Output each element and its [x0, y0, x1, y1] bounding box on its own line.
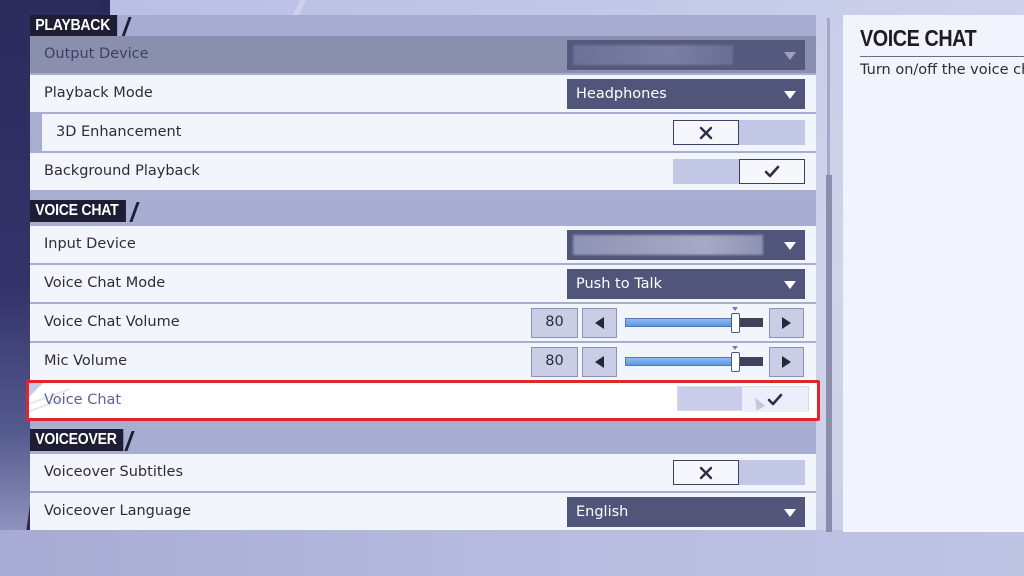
slider-marker-icon	[732, 346, 738, 350]
dropdown-value: English	[576, 504, 629, 520]
toggle-knob	[673, 460, 739, 485]
section-slash-decoration	[121, 17, 132, 37]
voice-chat-toggle[interactable]	[677, 386, 809, 412]
setting-voice-chat-volume[interactable]: Voice Chat Volume 80	[30, 304, 816, 341]
x-icon	[699, 466, 713, 479]
setting-output-device: Output Device	[30, 36, 816, 73]
dropdown-value: Push to Talk	[576, 276, 662, 292]
background-bottom	[0, 530, 1024, 576]
section-slash-decoration	[129, 202, 140, 222]
voice-chat-volume-value[interactable]: 80	[531, 308, 578, 338]
section-title: VOICE CHAT	[30, 200, 126, 222]
voiceover-subtitles-toggle[interactable]	[673, 460, 805, 485]
triangle-right-icon	[782, 356, 791, 368]
toggle-knob	[739, 159, 805, 184]
slider-thumb[interactable]	[731, 313, 740, 333]
setting-playback-mode[interactable]: Playback Mode Headphones	[30, 75, 816, 112]
slider-marker-icon	[732, 307, 738, 311]
voice-chat-mode-dropdown[interactable]: Push to Talk	[567, 269, 805, 299]
setting-label: Voice Chat	[44, 392, 122, 408]
caret-down-icon	[784, 52, 796, 60]
playback-mode-dropdown[interactable]: Headphones	[567, 79, 805, 109]
voiceover-language-dropdown[interactable]: English	[567, 497, 805, 527]
scrollbar-thumb[interactable]	[826, 175, 832, 532]
slider-thumb[interactable]	[731, 352, 740, 372]
checkmark-icon	[764, 165, 780, 177]
mic-volume-value[interactable]: 80	[531, 347, 578, 377]
blurred-device-name	[573, 235, 763, 255]
setting-background-playback[interactable]: Background Playback	[30, 153, 816, 190]
setting-label: 3D Enhancement	[56, 124, 182, 140]
caret-down-icon	[784, 91, 796, 99]
selection-corner-decoration	[29, 383, 43, 397]
checkmark-icon	[767, 393, 783, 405]
setting-voiceover-subtitles[interactable]: Voiceover Subtitles	[30, 454, 816, 491]
setting-mic-volume[interactable]: Mic Volume 80	[30, 343, 816, 380]
setting-label: Output Device	[44, 46, 149, 62]
info-divider	[860, 56, 1024, 57]
blurred-device-name	[573, 45, 733, 65]
voice-chat-volume-slider[interactable]	[625, 307, 763, 333]
setting-3d-enhancement[interactable]: 3D Enhancement	[42, 114, 816, 151]
setting-voice-chat-toggle[interactable]: Voice Chat	[26, 380, 820, 421]
dropdown-value: Headphones	[576, 86, 667, 102]
input-device-dropdown[interactable]	[567, 230, 805, 260]
setting-label: Background Playback	[44, 163, 200, 179]
info-panel: VOICE CHAT Turn on/off the voice chat	[843, 15, 1024, 532]
mic-volume-slider[interactable]	[625, 346, 763, 372]
voice-chat-volume-increment-button[interactable]	[769, 308, 804, 338]
triangle-left-icon	[595, 356, 604, 368]
triangle-right-icon	[782, 317, 791, 329]
setting-label: Playback Mode	[44, 85, 153, 101]
settings-list: PLAYBACK Output Device Playback Mode Hea…	[26, 15, 820, 530]
voice-chat-volume-decrement-button[interactable]	[582, 308, 617, 338]
output-device-dropdown	[567, 40, 805, 70]
info-title: VOICE CHAT	[860, 25, 977, 51]
background-playback-toggle[interactable]	[673, 159, 805, 184]
section-title: VOICEOVER	[30, 429, 124, 451]
3d-enhancement-toggle[interactable]	[673, 120, 805, 145]
setting-voice-chat-mode[interactable]: Voice Chat Mode Push to Talk	[30, 265, 816, 302]
setting-label: Voiceover Subtitles	[44, 464, 184, 480]
setting-label: Voice Chat Volume	[44, 314, 180, 330]
section-title: PLAYBACK	[30, 15, 118, 37]
slider-fill	[625, 318, 735, 327]
x-icon	[699, 126, 713, 139]
caret-down-icon	[784, 509, 796, 517]
setting-input-device[interactable]: Input Device	[30, 226, 816, 263]
section-header-voice-chat: VOICE CHAT	[30, 200, 816, 222]
caret-down-icon	[784, 281, 796, 289]
slider-fill	[625, 357, 735, 366]
setting-label: Mic Volume	[44, 353, 128, 369]
section-slash-decoration	[124, 431, 135, 451]
toggle-knob	[673, 120, 739, 145]
caret-down-icon	[784, 242, 796, 250]
info-description: Turn on/off the voice chat	[860, 62, 1024, 78]
setting-label: Voiceover Language	[44, 503, 192, 519]
section-header-playback: PLAYBACK	[30, 15, 816, 37]
section-header-voiceover: VOICEOVER	[30, 429, 816, 451]
setting-label: Voice Chat Mode	[44, 275, 166, 291]
triangle-left-icon	[595, 317, 604, 329]
setting-label: Input Device	[44, 236, 136, 252]
setting-voiceover-language[interactable]: Voiceover Language English	[30, 493, 816, 530]
mic-volume-decrement-button[interactable]	[582, 347, 617, 377]
mic-volume-increment-button[interactable]	[769, 347, 804, 377]
